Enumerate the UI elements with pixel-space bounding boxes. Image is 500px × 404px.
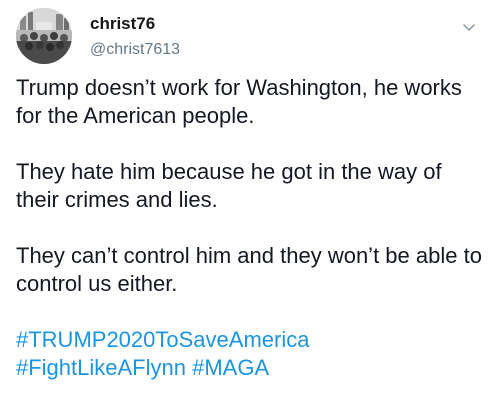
tweet-paragraph-2: They hate him because he got in the way … [16,159,442,212]
tweet-paragraph-1: Trump doesn’t work for Washington, he wo… [16,75,462,128]
hashtag-trump2020tosaveamerica[interactable]: #TRUMP2020ToSaveAmerica [16,327,309,352]
user-handle[interactable]: @christ7613 [90,39,180,61]
hashtag-maga[interactable]: #MAGA [192,355,269,380]
tweet-text: Trump doesn’t work for Washington, he wo… [16,74,486,382]
author-names[interactable]: christ76 @christ7613 [90,14,180,61]
display-name[interactable]: christ76 [90,14,180,34]
avatar[interactable] [16,8,72,64]
hashtag-list: #TRUMP2020ToSaveAmerica #FightLikeAFlynn… [16,326,486,382]
tweet-paragraph-3: They can’t control him and they won’t be… [16,243,482,296]
chevron-down-icon [463,24,475,31]
tweet-header: christ76 @christ7613 [16,8,484,64]
tweet-menu-button[interactable] [460,18,478,36]
crowd-photo-avatar-icon [16,8,72,64]
hashtag-fightlikeaflynn[interactable]: #FightLikeAFlynn [16,355,186,380]
tweet: christ76 @christ7613 Trump doesn’t work … [0,0,500,404]
